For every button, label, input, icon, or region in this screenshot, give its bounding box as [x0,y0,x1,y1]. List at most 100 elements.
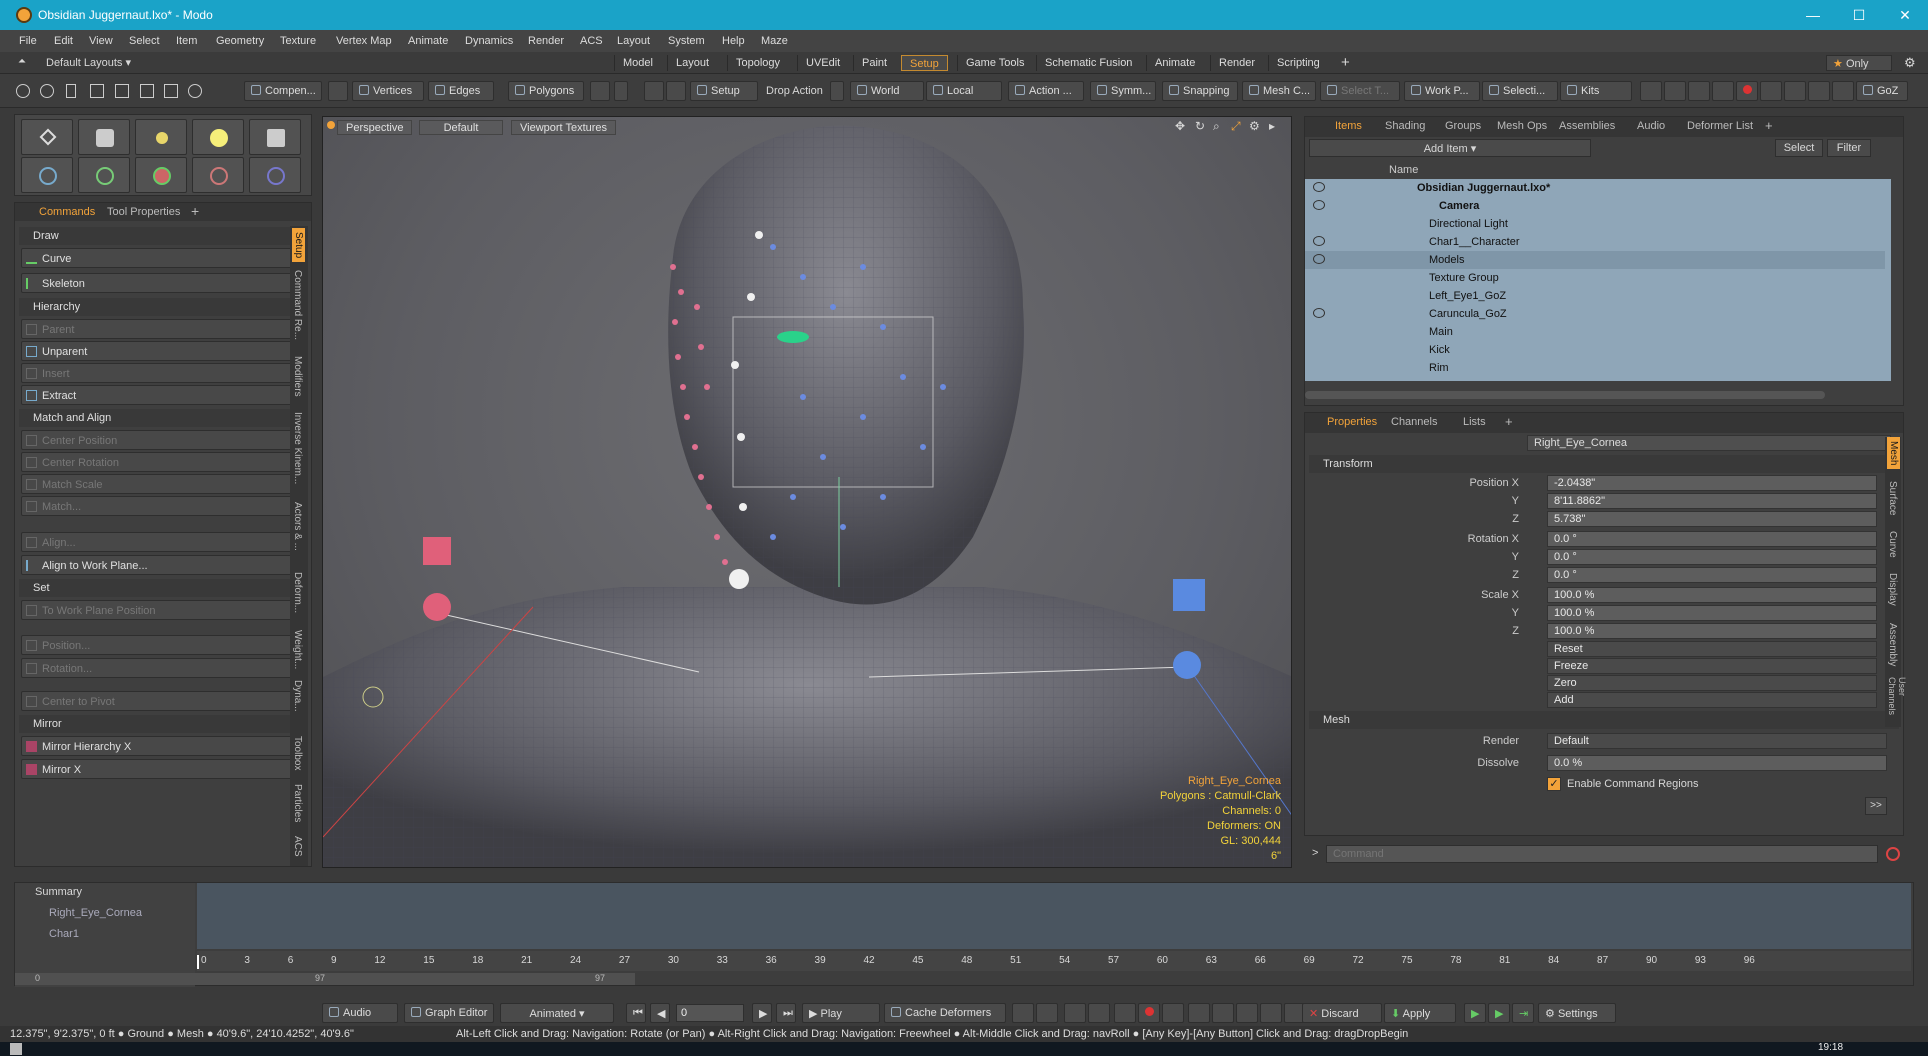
action-center-button[interactable]: Action ... [1008,81,1084,101]
item-row[interactable]: Main [1305,323,1885,341]
tab-channels[interactable]: Channels [1391,416,1437,428]
track-right-eye-cornea[interactable]: Right_Eye_Cornea [49,907,142,919]
snapping-button[interactable]: Snapping [1162,81,1238,101]
unparent-button[interactable]: Unparent [21,341,299,361]
add-tab-icon[interactable]: + [1341,54,1350,71]
close-button[interactable]: ✕ [1882,0,1928,30]
components-button[interactable]: Compen... [244,81,322,101]
menu-view[interactable]: View [89,35,113,47]
side-tab-user-channels[interactable]: User Channels [1887,677,1907,727]
menu-edit[interactable]: Edit [54,35,73,47]
range-slider[interactable]: 0 97 97 [15,973,635,985]
item-row[interactable]: Rim [1305,359,1885,377]
rotation-z-field[interactable]: 0.0 ° [1547,567,1877,583]
match-scale-button[interactable]: Match Scale [21,474,299,494]
side-tab-command-regions[interactable]: Command Re... [292,270,303,340]
item-row[interactable]: Texture Group [1305,269,1885,287]
enable-command-regions-checkbox[interactable]: ✓ [1547,777,1561,791]
skeleton-button[interactable]: Skeleton [21,273,299,293]
delete-key-icon[interactable] [1260,1003,1282,1023]
rotation-button[interactable]: Rotation... [21,658,299,678]
tab-audio[interactable]: Audio [1637,120,1665,132]
side-tab-mesh[interactable]: Mesh [1887,437,1900,470]
group-tool[interactable] [78,119,130,155]
item-row[interactable]: Left_Eye1_GoZ [1305,287,1885,305]
prev-frame-button[interactable]: ◀ [650,1003,670,1023]
center-to-pivot-button[interactable]: Center to Pivot [21,691,299,711]
rotation-x-field[interactable]: 0.0 ° [1547,531,1877,547]
visibility-eye-icon[interactable] [1313,200,1325,210]
play-forward-icon[interactable]: ▶ [1464,1003,1486,1023]
parent-button[interactable]: Parent [21,319,299,339]
freeze-dropdown[interactable]: Freeze [1547,658,1877,674]
tab-setup[interactable]: Setup [901,55,948,71]
goz-button[interactable]: GoZ [1856,81,1908,101]
tab-items[interactable]: Items [1335,120,1362,132]
tab-assemblies[interactable]: Assemblies [1559,120,1615,132]
paint-select-icon[interactable] [115,84,129,98]
gear-icon[interactable]: ⚙ [1904,55,1916,71]
next-frame-button[interactable]: ▶ [752,1003,772,1023]
side-tab-inverse-kinematics[interactable]: Inverse Kinem... [292,412,303,484]
record-macro-icon[interactable] [1886,847,1900,861]
dissolve-field[interactable]: 0.0 % [1547,755,1887,771]
hammer-icon[interactable] [1688,81,1710,101]
section-match-align[interactable]: Match and Align [19,409,299,427]
align-button[interactable]: Align... [21,532,299,552]
auto-key-icon[interactable] [1036,1003,1058,1023]
brush-icon[interactable] [1640,81,1662,101]
visibility-eye-icon[interactable] [1313,182,1325,192]
tab-layout[interactable]: Layout [667,55,717,71]
last-frame-button[interactable]: ⏭ [776,1003,796,1023]
viewport-settings-icon[interactable]: ⚙ [1249,119,1260,133]
section-mirror[interactable]: Mirror [19,715,299,733]
scale-z-field[interactable]: 100.0 % [1547,623,1877,639]
item-row[interactable]: Directional Light [1305,215,1885,233]
viewport-textures-tab[interactable]: Viewport Textures [511,120,617,135]
play-green-icon[interactable]: ▶ [1488,1003,1510,1023]
side-tab-dynamics[interactable]: Dyna... [292,680,303,712]
side-tab-display[interactable]: Display [1887,573,1898,606]
collapse-icon[interactable]: ⏶ [18,56,26,67]
record-icon[interactable] [1138,1003,1160,1023]
rotate-tool[interactable] [135,157,187,193]
menu-vertex-map[interactable]: Vertex Map [336,35,392,47]
viewport-perspective-tab[interactable]: Perspective [337,120,413,135]
grid-icon[interactable] [140,84,154,98]
section-set[interactable]: Set [19,579,299,597]
m-icon[interactable] [1712,81,1734,101]
kits-button[interactable]: Kits [1560,81,1632,101]
item-mode-button[interactable] [328,81,348,101]
add-dropdown[interactable]: Add [1547,692,1877,708]
local-button[interactable]: Local [926,81,1002,101]
discard-button[interactable]: ✕ Discard [1302,1003,1382,1023]
visibility-eye-icon[interactable] [1313,308,1325,318]
drop-action-dropdown[interactable] [830,81,844,101]
range-end-icon[interactable] [1212,1003,1234,1023]
maximize-button[interactable]: ☐ [1836,0,1882,30]
center-rotation-button[interactable]: Center Rotation [21,452,299,472]
tab-animate[interactable]: Animate [1146,55,1203,71]
key-filter-icon[interactable] [1162,1003,1184,1023]
side-tab-actors[interactable]: Actors & ... [292,502,303,551]
center-button[interactable] [666,81,686,101]
edges-button[interactable]: Edges [428,81,494,101]
menu-animate[interactable]: Animate [408,35,448,47]
command-input[interactable] [1326,845,1878,863]
curve-button[interactable]: Curve [21,248,299,268]
move-tool[interactable] [192,157,244,193]
to-work-plane-position-button[interactable]: To Work Plane Position [21,600,299,620]
sun-tool[interactable] [192,119,244,155]
menu-help[interactable]: Help [722,35,745,47]
world-button[interactable]: World [850,81,924,101]
windows-start-icon[interactable] [10,1043,22,1055]
item-row[interactable]: Kick [1305,341,1885,359]
item-row[interactable]: Camera [1305,197,1885,215]
layout-preset-dropdown[interactable]: Default Layouts ▾ [46,56,131,69]
setup-mode-button[interactable]: Setup [690,81,758,101]
tab-deformer-list[interactable]: Deformer List [1687,120,1753,132]
work-plane-button[interactable]: Work P... [1404,81,1480,101]
side-tab-surface[interactable]: Surface [1887,481,1898,515]
right-control-handle[interactable] [1173,579,1205,611]
tab-shading[interactable]: Shading [1385,120,1425,132]
